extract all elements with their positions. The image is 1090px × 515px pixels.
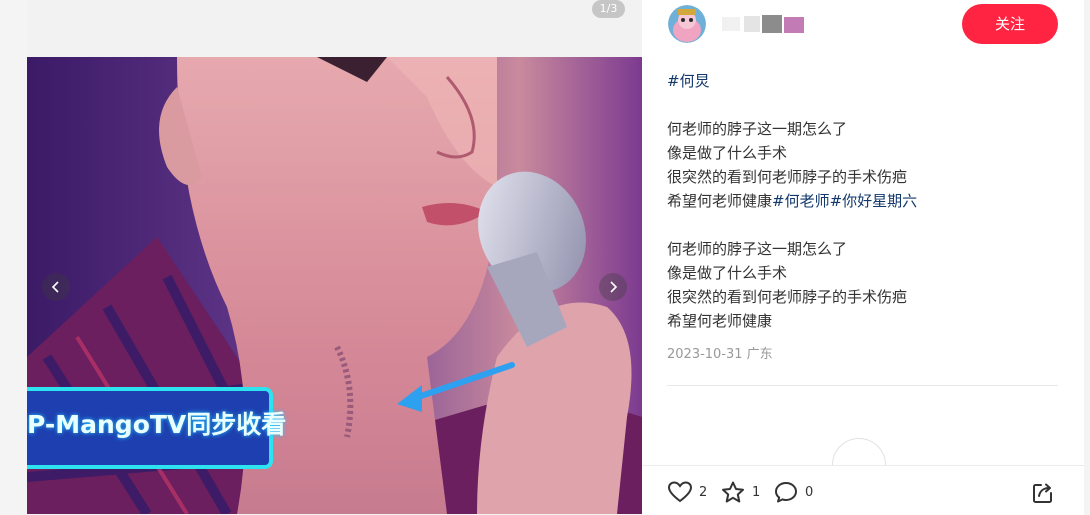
- overlay-caption: P-MangoTV同步收看: [27, 410, 287, 439]
- engagement-bar: 2 1 0: [642, 465, 1084, 515]
- like-count: 2: [699, 484, 708, 500]
- follow-button[interactable]: 关注: [962, 4, 1058, 44]
- text-line: 很突然的看到何老师脖子的手术伤疤: [667, 168, 908, 186]
- post-date-location: 2023-10-31 广东: [667, 347, 773, 362]
- post-content: #何炅 何老师的脖子这一期怎么了 像是做了什么手术 很突然的看到何老师脖子的手术…: [667, 69, 1057, 333]
- comment-count: 0: [805, 484, 814, 500]
- collect-button[interactable]: 1: [720, 479, 760, 505]
- previous-image-button[interactable]: [42, 273, 70, 301]
- like-button[interactable]: 2: [667, 479, 707, 505]
- divider: [667, 385, 1058, 386]
- next-image-button[interactable]: [599, 273, 627, 301]
- text-line: 何老师的脖子这一期怎么了: [667, 120, 848, 138]
- hashtag-link[interactable]: #何老师: [772, 192, 830, 210]
- photo-drawing: [27, 57, 642, 514]
- post-detail-panel: 关注 #何炅 何老师的脖子这一期怎么了 像是做了什么手术 很突然的看到何老师脖子…: [642, 0, 1084, 515]
- share-button[interactable]: [1030, 479, 1056, 509]
- text-line: 很突然的看到何老师脖子的手术伤疤: [667, 288, 908, 306]
- avatar[interactable]: [668, 5, 706, 43]
- heart-icon: [667, 481, 693, 503]
- text-segment: 希望何老师健康: [667, 192, 773, 210]
- avatar-image: [668, 5, 706, 43]
- chevron-left-icon: [51, 281, 59, 293]
- collect-count: 1: [752, 484, 761, 500]
- blurred-username: [722, 15, 804, 33]
- text-line: 何老师的脖子这一期怎么了: [667, 240, 848, 258]
- username-obscured[interactable]: [722, 15, 807, 33]
- hashtag-link[interactable]: #你好星期六: [830, 192, 918, 210]
- post-photo[interactable]: P-MangoTV同步收看: [27, 57, 642, 514]
- previous-image-strip: 1/3: [27, 0, 642, 58]
- image-counter: 1/3: [592, 0, 625, 18]
- text-line: 像是做了什么手术: [667, 144, 788, 162]
- image-viewer[interactable]: 1/3 P-MangoTV同步收看: [27, 0, 642, 514]
- text-line: 像是做了什么手术: [667, 264, 788, 282]
- chevron-right-icon: [610, 281, 618, 293]
- text-line: 希望何老师健康: [667, 312, 773, 330]
- star-icon: [722, 481, 744, 503]
- comment-bubble-icon: [775, 482, 797, 503]
- text-line-with-tags: 希望何老师健康#何老师#你好星期六: [667, 189, 1057, 213]
- comment-button[interactable]: 0: [773, 479, 813, 505]
- page-edge: [1084, 0, 1090, 514]
- share-icon: [1033, 483, 1052, 503]
- topic-tag[interactable]: #何炅: [667, 69, 1057, 93]
